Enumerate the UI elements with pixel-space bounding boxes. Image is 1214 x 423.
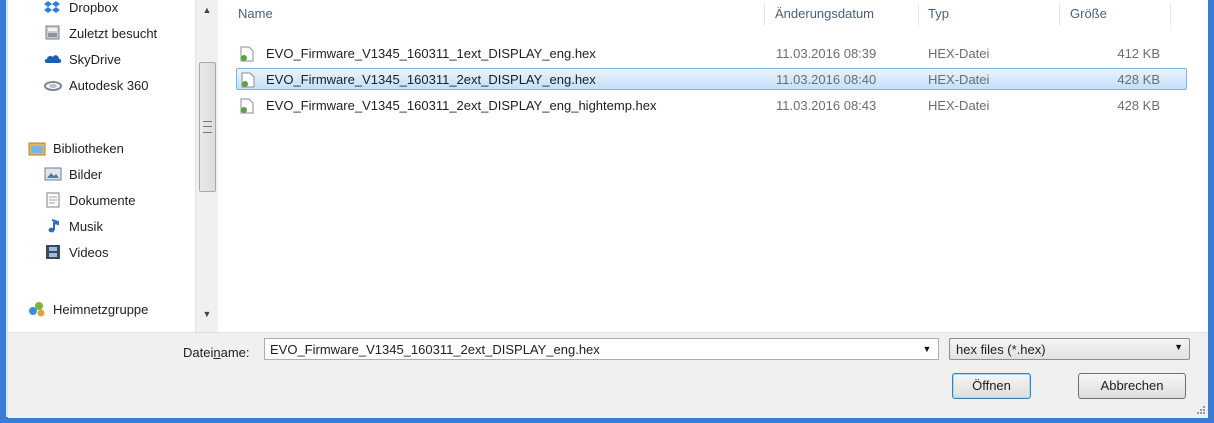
nav-item-label: Bilder [69,166,103,182]
file-date: 11.03.2016 08:39 [776,46,877,61]
nav-item-documents[interactable]: Dokumente [44,190,135,210]
videos-icon [46,245,60,259]
file-type-filter-select[interactable]: hex files (*.hex) ▼ [949,338,1190,360]
nav-item-recent-places[interactable]: Zuletzt besucht [44,23,157,43]
filename-input[interactable] [264,338,939,360]
nav-item-autodesk-360[interactable]: Autodesk 360 [44,75,149,95]
table-row[interactable]: EVO_Firmware_V1345_160311_1ext_DISPLAY_e… [236,43,1187,65]
hex-file-icon [241,72,255,88]
column-header-date[interactable]: Änderungsdatum [775,0,874,28]
navigation-scrollbar[interactable]: ▲ ▼ [195,0,218,332]
filename-label: Dateiname: [183,345,250,360]
nav-item-label: Heimnetzgruppe [53,301,149,317]
file-name: EVO_Firmware_V1345_160311_2ext_DISPLAY_e… [266,72,596,87]
nav-item-label: Dokumente [69,192,136,208]
nav-item-label: Musik [69,218,103,234]
table-row[interactable]: EVO_Firmware_V1345_160311_2ext_DISPLAY_e… [236,68,1187,90]
nav-item-pictures[interactable]: Bilder [44,164,102,184]
chevron-down-icon[interactable]: ▼ [917,339,937,359]
nav-item-homegroup[interactable]: Heimnetzgruppe [28,299,148,319]
file-list: Name Änderungsdatum Typ Größe EVO_Firmwa… [218,0,1208,332]
column-separator[interactable] [764,4,765,26]
column-separator[interactable] [1170,4,1171,26]
file-size: 412 KB [1117,46,1160,61]
nav-item-videos[interactable]: Videos [44,242,109,262]
autodesk-360-icon [44,81,62,91]
open-button[interactable]: Öffnen [952,373,1031,399]
window-frame-right [1208,0,1214,423]
nav-item-label: Bibliotheken [53,140,124,156]
libraries-icon [28,142,46,156]
file-size: 428 KB [1117,98,1160,113]
file-name: EVO_Firmware_V1345_160311_1ext_DISPLAY_e… [266,46,596,61]
file-size: 428 KB [1117,72,1160,87]
recent-places-icon [45,25,60,40]
column-header-size[interactable]: Größe [1070,0,1107,28]
column-header-name[interactable]: Name [238,0,273,28]
nav-item-libraries[interactable]: Bibliotheken [28,138,124,158]
open-button-label: Öffnen [972,378,1011,393]
column-separator[interactable] [918,4,919,26]
file-type-filter-value: hex files (*.hex) [956,342,1046,357]
scroll-down-icon[interactable]: ▼ [196,306,218,322]
scroll-up-icon[interactable]: ▲ [196,2,218,18]
hex-file-icon [240,46,254,62]
cancel-button-label: Abbrechen [1100,378,1164,393]
homegroup-icon [29,302,45,317]
hex-file-icon [240,98,254,114]
grip-icon [203,121,212,133]
resize-grip-icon[interactable] [1196,405,1206,415]
nav-item-label: Zuletzt besucht [69,25,158,41]
column-header-type[interactable]: Typ [928,0,949,28]
pictures-icon [44,167,62,181]
navigation-pane: Dropbox Zuletzt besucht SkyDrive Autodes… [8,0,195,332]
skydrive-icon [44,55,62,63]
cancel-button[interactable]: Abbrechen [1078,373,1186,399]
nav-item-dropbox[interactable]: Dropbox [44,0,118,17]
nav-item-label: Dropbox [69,0,119,15]
documents-icon [46,192,60,208]
file-type: HEX-Datei [928,72,990,87]
file-type: HEX-Datei [928,46,990,61]
scrollbar-thumb[interactable] [199,62,216,192]
chevron-down-icon: ▼ [1174,342,1183,352]
file-type: HEX-Datei [928,98,990,113]
dropbox-icon [44,1,60,13]
nav-item-label: SkyDrive [69,51,122,67]
dialog-bottom-panel: Dateiname: ▼ hex files (*.hex) ▼ Öffnen … [8,332,1208,418]
nav-item-label: Autodesk 360 [69,77,149,93]
file-name: EVO_Firmware_V1345_160311_2ext_DISPLAY_e… [266,98,657,113]
nav-item-label: Videos [69,244,109,260]
file-date: 11.03.2016 08:40 [776,72,877,87]
file-date: 11.03.2016 08:43 [776,98,877,113]
nav-item-skydrive[interactable]: SkyDrive [44,49,121,69]
column-separator[interactable] [1059,4,1060,26]
nav-item-music[interactable]: Musik [44,216,103,236]
music-icon [48,219,59,233]
table-row[interactable]: EVO_Firmware_V1345_160311_2ext_DISPLAY_e… [236,95,1187,117]
